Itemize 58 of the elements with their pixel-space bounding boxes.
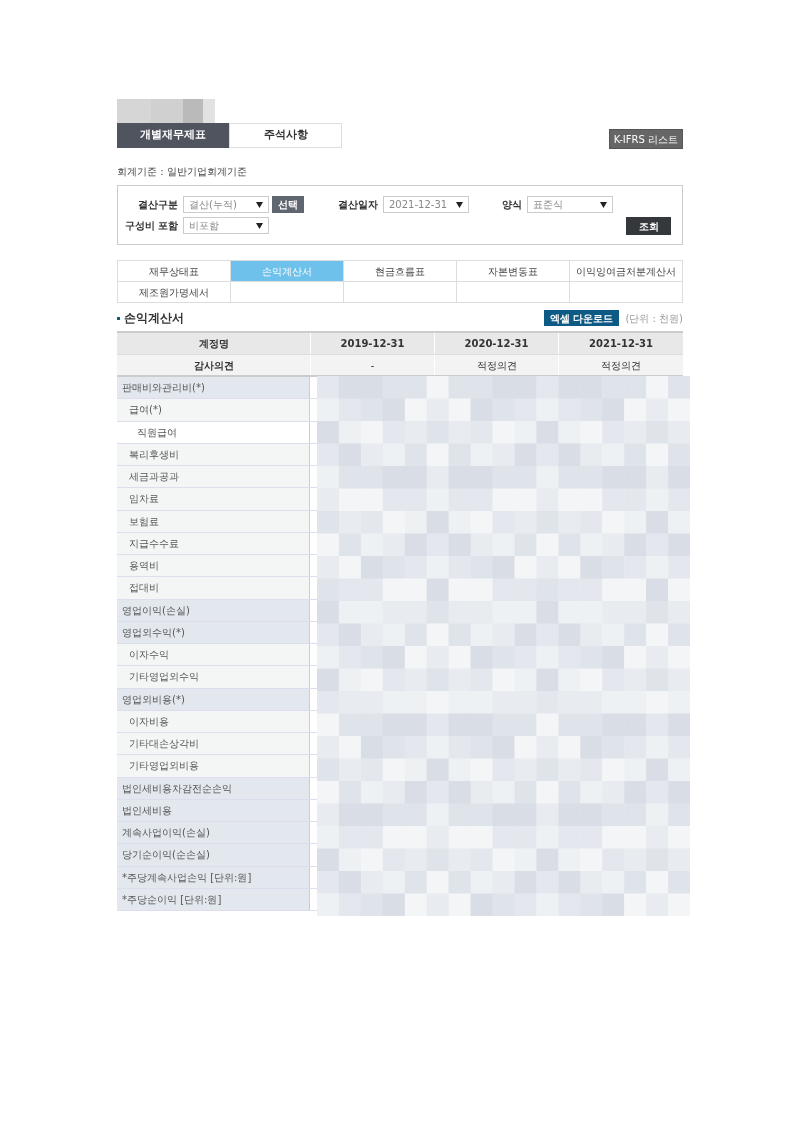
account-name-cell: 보험료 bbox=[117, 510, 310, 532]
dropdown-arrow-icon bbox=[456, 201, 463, 208]
statement-tab[interactable]: 자본변동표 bbox=[457, 261, 570, 282]
account-name-cell: 기타영업외수익 bbox=[117, 666, 310, 688]
dropdown-arrow-icon bbox=[600, 201, 607, 208]
field-label: 결산일자 bbox=[338, 198, 378, 212]
column-header: 2020-12-31 bbox=[434, 333, 558, 354]
table-cell: - bbox=[310, 355, 434, 375]
account-name-cell: 용역비 bbox=[117, 555, 310, 577]
column-header: 2021-12-31 bbox=[558, 333, 683, 354]
settlement-date-select[interactable]: 2021-12-31 bbox=[383, 196, 469, 213]
account-name-cell: 임차료 bbox=[117, 488, 310, 510]
format-select[interactable]: 표준식 bbox=[527, 196, 613, 213]
account-name-cell: 기타영업외비용 bbox=[117, 755, 310, 777]
table-cell: 적정의견 bbox=[434, 355, 558, 375]
column-header: 계정명 bbox=[197, 337, 230, 351]
account-name-cell: 판매비와관리비(*) bbox=[117, 377, 310, 399]
field-label: 양식 bbox=[502, 198, 522, 212]
account-name-cell: 이자수익 bbox=[117, 644, 310, 666]
unit-note: (단위 : 천원) bbox=[625, 311, 683, 326]
account-name-cell: 접대비 bbox=[117, 577, 310, 599]
bullet-icon bbox=[117, 316, 120, 320]
field-label: 결산구분 bbox=[137, 198, 178, 212]
include-ratio-select[interactable]: 비포함 bbox=[183, 217, 269, 234]
account-name-cell: 영업외비용(*) bbox=[117, 688, 310, 710]
statement-tab[interactable]: 현금흐름표 bbox=[344, 261, 457, 282]
account-name-cell: 영업이익(손실) bbox=[117, 599, 310, 621]
tab[interactable]: 개별재무제표 bbox=[117, 123, 229, 148]
select-button[interactable]: 선택 bbox=[272, 196, 304, 213]
account-name-cell: 법인세비용차감전순손익 bbox=[117, 777, 310, 799]
statement-tab[interactable]: 제조원가명세서 bbox=[118, 282, 231, 303]
dropdown-arrow-icon bbox=[256, 201, 263, 208]
table-cell: 적정의견 bbox=[558, 355, 683, 375]
account-name-cell: 영업외수익(*) bbox=[117, 621, 310, 643]
account-name-cell: 법인세비용 bbox=[117, 799, 310, 821]
k-ifrs-list-button[interactable]: K-IFRS 리스트 bbox=[608, 129, 683, 149]
account-name-cell: *주당계속사업손익 [단위:원] bbox=[117, 866, 310, 888]
account-name-cell: 복리후생비 bbox=[117, 443, 310, 465]
section-title: 손익계산서 bbox=[124, 310, 184, 327]
search-button[interactable]: 조회 bbox=[626, 217, 671, 235]
accounting-standard-text: 회계기준 : 일반기업회계기준 bbox=[117, 165, 248, 179]
dropdown-arrow-icon bbox=[256, 222, 263, 229]
account-name-cell: 당기순이익(순손실) bbox=[117, 844, 310, 866]
settlement-type-select[interactable]: 결산(누적) bbox=[183, 196, 269, 213]
column-header: 2019-12-31 bbox=[310, 333, 434, 354]
account-name-cell: 계속사업이익(손실) bbox=[117, 822, 310, 844]
statement-tab[interactable]: 재무상태표 bbox=[118, 261, 231, 282]
tab[interactable]: 주석사항 bbox=[229, 123, 342, 148]
excel-download-button[interactable]: 엑셀 다운로드 bbox=[544, 310, 620, 326]
statement-tab[interactable]: 이익잉여금처분계산서 bbox=[570, 261, 683, 282]
row-header: 감사의견 bbox=[192, 358, 235, 373]
account-name-cell: 세금과공과 bbox=[117, 466, 310, 488]
account-name-cell: 기타대손상각비 bbox=[117, 733, 310, 755]
field-label: 구성비 포함 bbox=[123, 219, 178, 233]
account-name-cell: 급여(*) bbox=[117, 399, 310, 421]
account-name-cell: *주당순이익 [단위:원] bbox=[117, 888, 310, 910]
account-name-cell: 지급수수료 bbox=[117, 532, 310, 554]
account-name-cell: 이자비용 bbox=[117, 710, 310, 732]
